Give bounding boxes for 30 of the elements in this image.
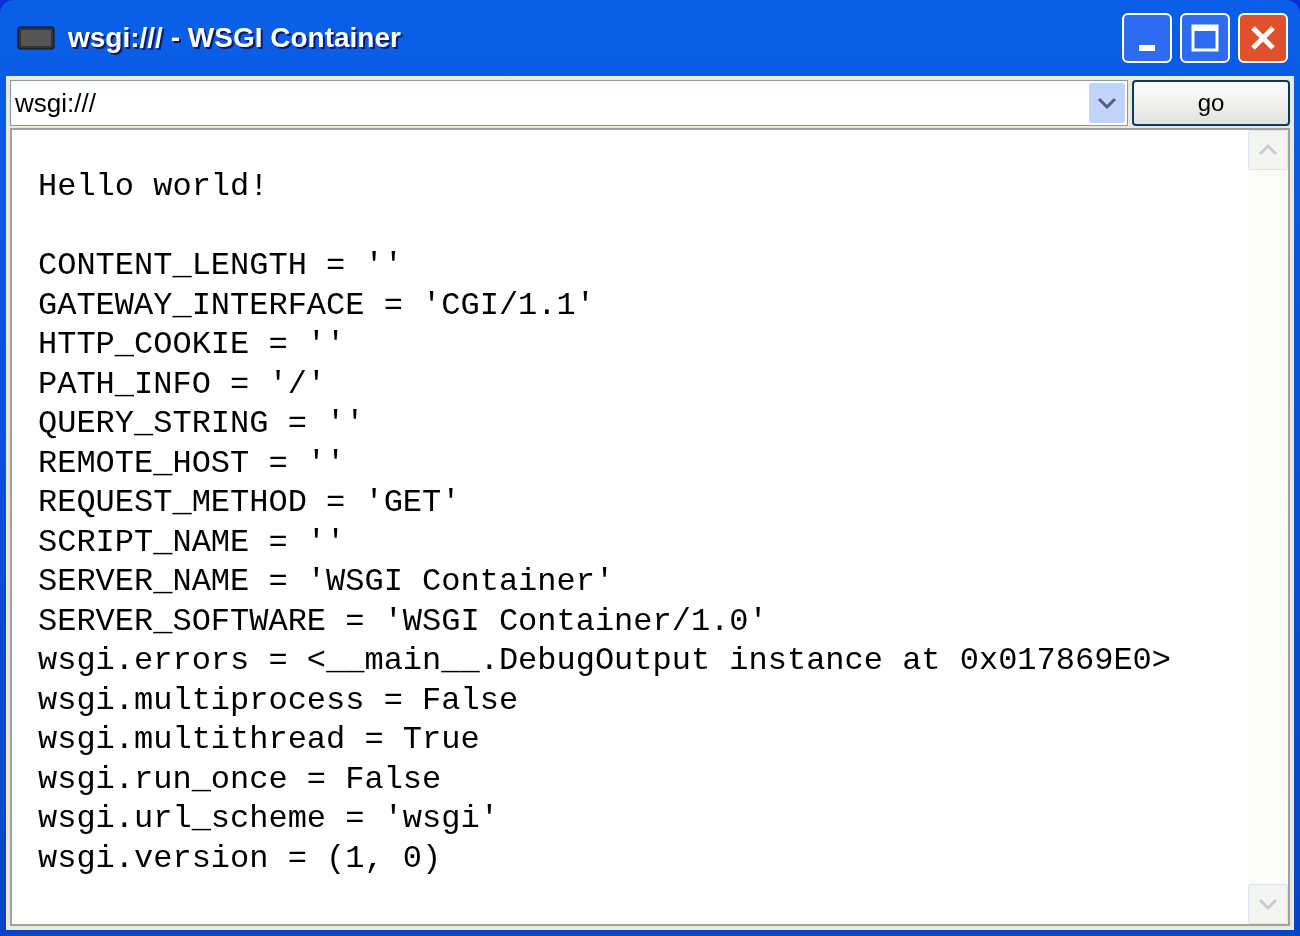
minimize-button[interactable] [1122,13,1172,63]
output-line: SERVER_SOFTWARE = 'WSGI Container/1.0' [38,601,768,641]
close-button[interactable] [1238,13,1288,63]
chevron-up-icon [1258,144,1278,156]
output-line: wsgi.errors = <__main__.DebugOutput instance at 0x017869E0> [38,641,1171,681]
output-line: CONTENT_LENGTH = '' [38,246,403,286]
output-line: wsgi.run_once = False [38,759,442,799]
output-line: SERVER_NAME = 'WSGI Container' [38,562,615,602]
dropdown-button[interactable] [1089,83,1125,123]
output-line: wsgi.multithread = True [38,720,480,760]
close-icon [1249,24,1277,52]
output-line: REQUEST_METHOD = 'GET' [38,483,461,523]
output-line: REMOTE_HOST = '' [38,443,346,483]
maximize-button[interactable] [1180,13,1230,63]
output-line: SCRIPT_NAME = '' [38,522,346,562]
output-line: Hello world! [38,167,269,207]
output-line: QUERY_STRING = '' [38,404,365,444]
output-line: wsgi.multiprocess = False [38,680,519,720]
output-line: HTTP_COOKIE = '' [38,325,346,365]
window-title: wsgi:/// - WSGI Container [68,21,402,55]
chevron-down-icon [1258,898,1278,910]
output-line: GATEWAY_INTERFACE = 'CGI/1.1' [38,285,595,325]
output-line: wsgi.url_scheme = 'wsgi' [38,799,499,839]
output-line: PATH_INFO = '/' [38,364,327,404]
window-icon [16,23,56,53]
output-line: wsgi.version = (1, 0) [38,838,442,878]
minimize-icon [1139,45,1155,51]
chevron-down-icon [1097,96,1117,110]
go-button[interactable]: go [1132,80,1290,126]
maximize-icon [1191,24,1219,52]
